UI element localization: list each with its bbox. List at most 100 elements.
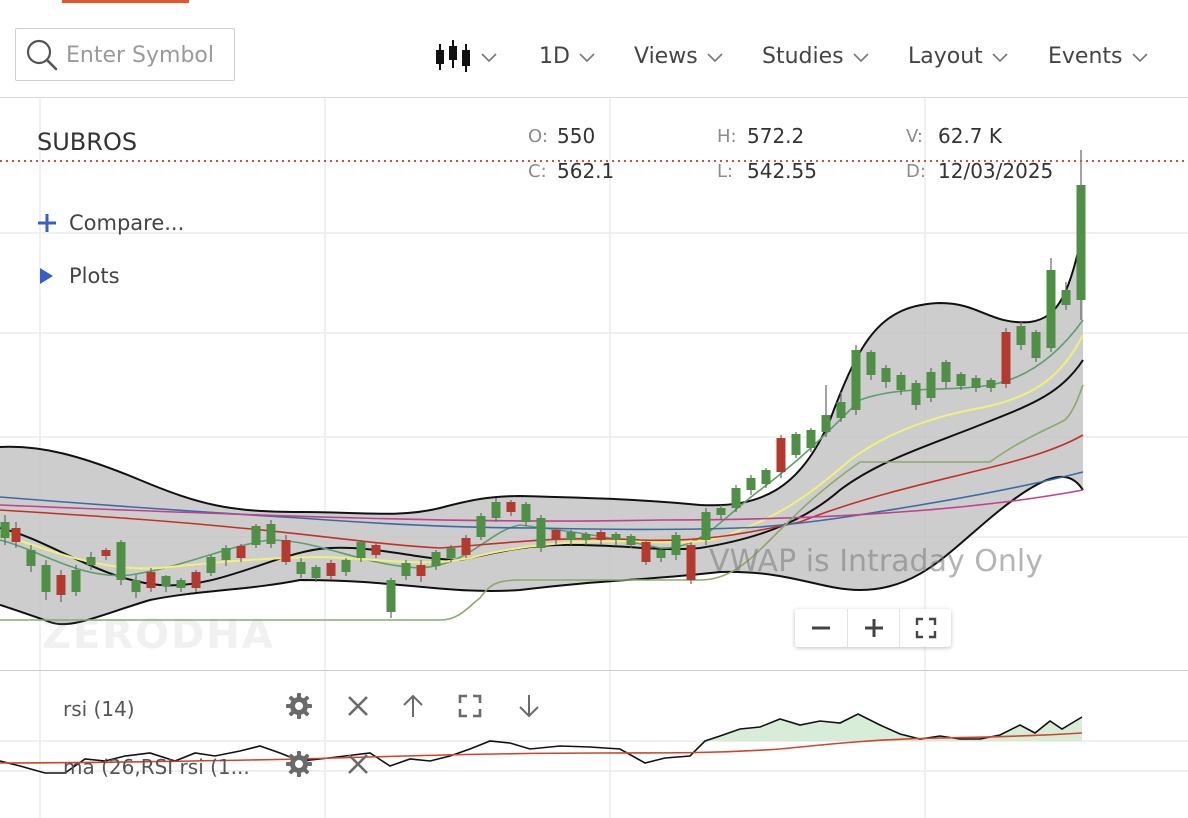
- candle-body: [416, 565, 426, 576]
- candle-body: [821, 415, 831, 432]
- chevron-down-icon: [853, 53, 869, 63]
- interval-label: 1D: [539, 43, 570, 69]
- candle-body: [281, 540, 291, 562]
- fullscreen-button[interactable]: [899, 609, 951, 647]
- candle-body: [941, 362, 951, 382]
- candle: [536, 515, 546, 552]
- rsi-move-down-button[interactable]: [514, 691, 544, 721]
- volume-value: 62.7 K: [938, 124, 1003, 148]
- date-value: 12/03/2025: [938, 159, 1054, 183]
- candle-body: [746, 478, 756, 490]
- candle: [206, 555, 216, 576]
- chart-type-selector[interactable]: [434, 38, 497, 74]
- fullscreen-icon: [915, 617, 936, 639]
- candle-body: [236, 546, 246, 558]
- zerodha-watermark: ZERODHA: [42, 612, 275, 658]
- candle-body: [611, 534, 621, 540]
- views-menu[interactable]: Views: [634, 38, 723, 74]
- candle: [476, 513, 486, 540]
- candle-body: [596, 532, 606, 540]
- candle-body: [161, 576, 171, 586]
- rsi-ma-remove-button[interactable]: [343, 749, 373, 779]
- candle-body: [1031, 332, 1041, 358]
- zoom-in-button[interactable]: [847, 609, 899, 647]
- open-value: 550: [557, 124, 596, 148]
- price-chart[interactable]: ZERODHA VWAP is Intraday Only: [0, 98, 1188, 670]
- candle-body: [296, 562, 306, 574]
- candle-body: [836, 402, 846, 418]
- candle-body: [71, 570, 81, 592]
- zoom-controls: [795, 609, 951, 647]
- search-input[interactable]: [66, 37, 231, 73]
- candle-body: [1076, 185, 1086, 300]
- gear-icon: [286, 693, 312, 719]
- rsi-move-up-button[interactable]: [398, 691, 428, 721]
- plots-toggle[interactable]: Plots: [37, 264, 120, 288]
- candle: [386, 578, 396, 618]
- candle: [1076, 150, 1086, 320]
- candle-body: [506, 502, 516, 512]
- rsi-settings-button[interactable]: [284, 691, 314, 721]
- minus-icon: [812, 626, 830, 630]
- candle-body: [101, 550, 111, 556]
- candle-body: [626, 536, 636, 545]
- views-label: Views: [634, 43, 698, 69]
- candle-body: [761, 470, 771, 484]
- rsi-maximize-button[interactable]: [455, 691, 485, 721]
- candle-body: [1016, 326, 1026, 345]
- candle: [251, 524, 261, 548]
- candle-body: [671, 535, 681, 555]
- candle-body: [311, 567, 321, 578]
- candle-body: [701, 512, 711, 540]
- candle-body: [491, 502, 501, 518]
- candle-body: [926, 372, 936, 398]
- candle-body: [536, 518, 546, 548]
- candle-body: [26, 550, 36, 566]
- candle-body: [971, 378, 981, 388]
- candle-body: [266, 524, 276, 544]
- chevron-down-icon: [707, 53, 723, 63]
- candle: [731, 485, 741, 512]
- candle-body: [866, 352, 876, 375]
- events-menu[interactable]: Events: [1048, 38, 1148, 74]
- active-tab-indicator: [62, 0, 189, 3]
- candle-body: [806, 430, 816, 448]
- rsi-chart-canvas: [0, 671, 1188, 818]
- candle: [266, 520, 276, 548]
- candle: [686, 542, 696, 584]
- candle: [1046, 258, 1056, 352]
- layout-menu[interactable]: Layout: [908, 38, 1008, 74]
- candle-body: [476, 516, 486, 537]
- rsi-remove-button[interactable]: [343, 691, 373, 721]
- studies-menu[interactable]: Studies: [762, 38, 869, 74]
- rsi-ma-settings-button[interactable]: [284, 749, 314, 779]
- candle-body: [86, 557, 96, 565]
- candle: [641, 540, 651, 565]
- candle: [116, 540, 126, 585]
- arrow-up-icon: [403, 694, 423, 717]
- caret-right-icon: [40, 268, 53, 284]
- date-label: D:: [906, 161, 926, 182]
- high-label: H:: [717, 126, 737, 147]
- interval-menu[interactable]: 1D: [539, 38, 595, 74]
- candle-body: [341, 560, 351, 572]
- candle-body: [221, 548, 231, 560]
- candle-body: [881, 368, 891, 382]
- symbol-search[interactable]: [15, 28, 235, 81]
- rsi-panel[interactable]: rsi (14) ma (26,RSI rsi (1...: [0, 670, 1188, 818]
- arrow-down-icon: [519, 695, 539, 718]
- candle-body: [1061, 290, 1071, 305]
- top-toolbar: 1D Views Studies Layout Events: [0, 0, 1188, 98]
- candle: [791, 432, 801, 458]
- candle: [1031, 330, 1041, 362]
- gear-icon: [286, 751, 312, 777]
- zoom-out-button[interactable]: [795, 609, 847, 647]
- layout-label: Layout: [908, 43, 983, 69]
- low-label: L:: [717, 161, 734, 182]
- search-icon: [26, 39, 58, 71]
- close-icon: [348, 754, 368, 774]
- candle-body: [656, 550, 666, 558]
- price-chart-canvas[interactable]: [0, 98, 1188, 670]
- fullscreen-icon: [458, 694, 482, 718]
- compare-link[interactable]: Compare...: [37, 211, 184, 235]
